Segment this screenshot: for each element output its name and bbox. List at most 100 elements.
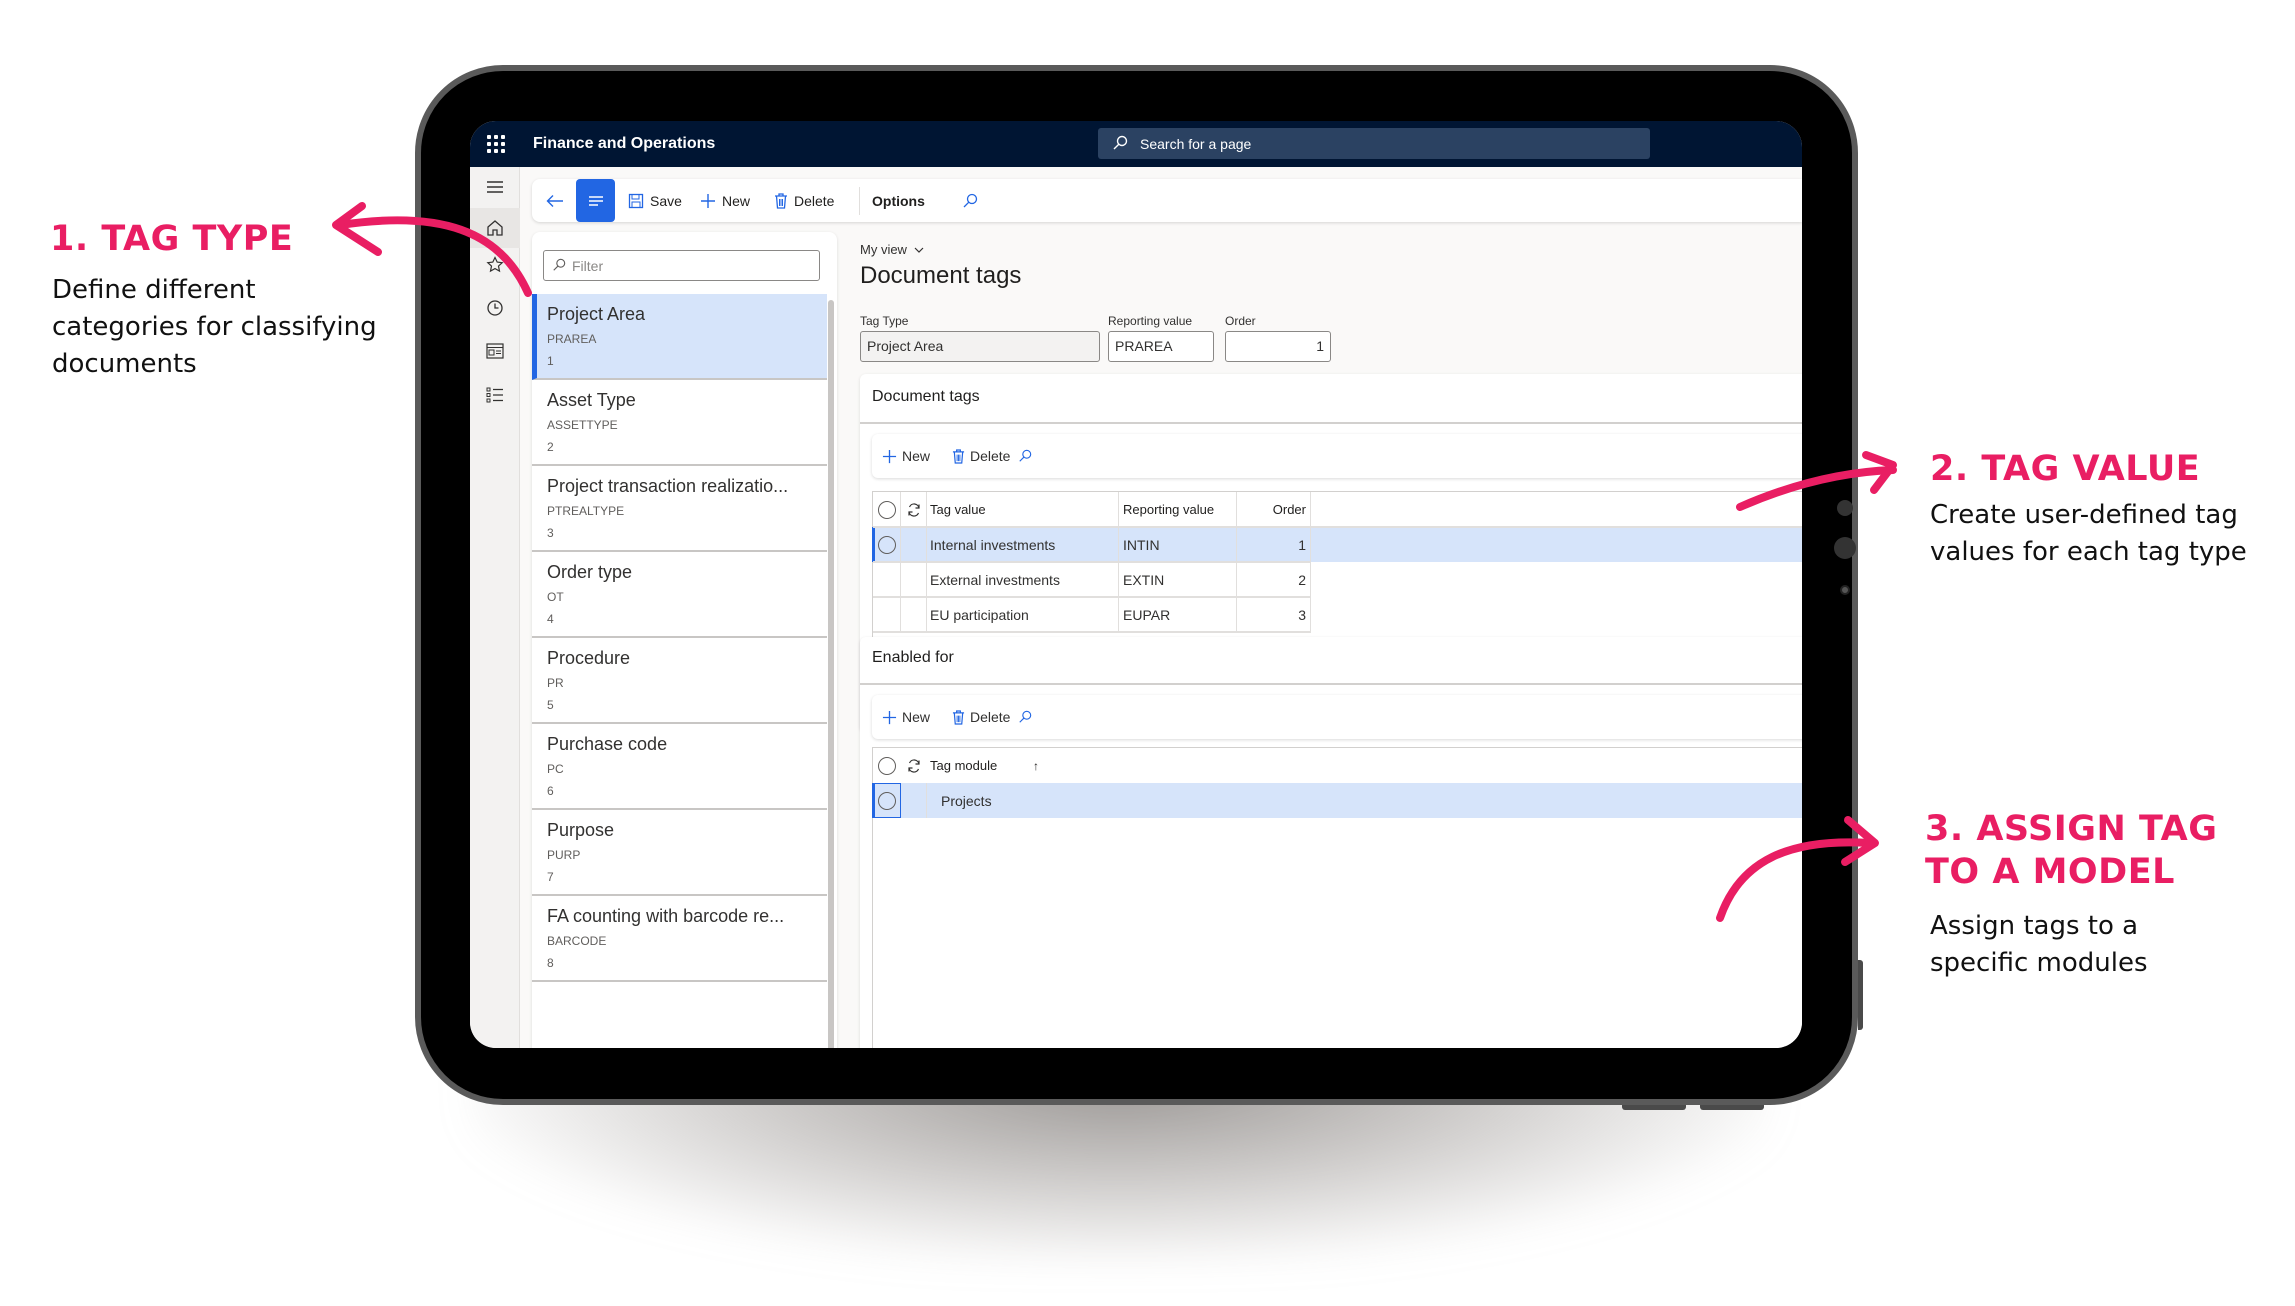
delete-button[interactable]: Delete (774, 179, 834, 222)
reporting-value-label: Reporting value (1108, 314, 1193, 328)
document-tags-toolbar: New Delete (872, 434, 1802, 478)
order-field[interactable]: 1 (1225, 331, 1331, 362)
app-launcher-icon[interactable] (487, 135, 505, 153)
find-button[interactable] (962, 179, 978, 222)
refresh-icon[interactable] (901, 492, 927, 527)
tag-type-code: PURP (547, 848, 581, 862)
tag-module-cell[interactable]: Projects (927, 783, 1127, 818)
annotation-3-line: Assign tags to a (1930, 911, 2139, 941)
row-radio[interactable] (877, 535, 896, 554)
row-spacer-cell (901, 527, 927, 562)
tag-type-list-item[interactable]: Project transaction realizatio... PTREALT… (532, 466, 827, 552)
reporting-value-cell[interactable]: EXTIN (1119, 562, 1237, 597)
reporting-value-field[interactable]: PRAREA (1108, 331, 1214, 362)
column-header-order[interactable]: Order (1237, 492, 1311, 527)
row-select-cell[interactable] (873, 597, 901, 632)
select-all-radio[interactable] (873, 748, 901, 783)
star-icon[interactable] (483, 253, 507, 277)
tag-type-list-item[interactable]: FA counting with barcode re... BARCODE 8 (532, 896, 827, 982)
nav-rail (470, 167, 520, 1048)
order-cell[interactable]: 1 (1237, 527, 1311, 562)
tag-type-list: Project Area PRAREA 1 Asset Type ASSETTYPE 2 P… (532, 294, 827, 982)
tag-type-list-item[interactable]: Procedure PR 5 (532, 638, 827, 724)
enabled-new-button[interactable]: New (882, 695, 930, 739)
clock-icon[interactable] (483, 296, 507, 320)
tag-value-row[interactable]: EU participation EUPAR 3 (873, 597, 1311, 632)
column-header-reporting-value[interactable]: Reporting value (1119, 492, 1237, 527)
annotation-2-description: Create user-defined tag values for each … (1930, 497, 2247, 571)
list-filter-input[interactable]: Filter (543, 250, 820, 281)
tag-value-row[interactable]: External investments EXTIN 2 (873, 562, 1311, 597)
enabled-for-grid: Tag module ↑ Projects (872, 747, 1802, 1048)
delete-label: Delete (970, 709, 1011, 725)
tag-value-cell[interactable]: External investments (927, 562, 1119, 597)
order-cell[interactable]: 3 (1237, 597, 1311, 632)
tag-value-cell[interactable]: Internal investments (927, 527, 1119, 562)
enabled-find-button[interactable] (1018, 695, 1032, 739)
tag-type-name: Asset Type (547, 390, 636, 410)
action-bar: Save New Delete Options (532, 179, 1802, 222)
tag-type-list-item[interactable]: Asset Type ASSETTYPE 2 (532, 380, 827, 466)
tag-module-row[interactable]: Projects (872, 783, 1802, 818)
order-cell[interactable]: 2 (1237, 562, 1311, 597)
list-icon[interactable] (483, 383, 507, 407)
workspace-icon[interactable] (483, 339, 507, 363)
row-select-cell[interactable] (873, 527, 901, 562)
sensor-icon (1840, 585, 1850, 595)
tag-type-code: PC (547, 762, 564, 776)
search-icon (1019, 710, 1032, 723)
grid-header-row: Tag module ↑ (873, 748, 1802, 783)
tag-type-field[interactable]: Project Area (860, 331, 1100, 362)
hamburger-icon[interactable] (483, 175, 507, 199)
save-button[interactable]: Save (628, 179, 682, 222)
view-selector[interactable]: My view (860, 242, 924, 257)
reporting-value-cell[interactable]: EUPAR (1119, 597, 1237, 632)
arrow-1-head-icon (332, 202, 382, 256)
tag-value-row[interactable]: Internal investments INTIN 1 (872, 527, 1802, 562)
annotation-1-description: Define different categories for classify… (52, 272, 377, 383)
annotation-2-line: Create user-defined tag (1930, 500, 2238, 530)
tag-type-list-item[interactable]: Project Area PRAREA 1 (532, 294, 827, 380)
action-bar-divider (859, 187, 860, 215)
tag-type-name: Project Area (547, 304, 646, 324)
row-radio[interactable] (878, 791, 896, 810)
annotation-3-title: 3. ASSIGN TAG TO A MODEL (1925, 808, 2217, 894)
reporting-value-cell[interactable]: INTIN (1119, 527, 1237, 562)
select-all-radio[interactable] (873, 492, 901, 527)
app-screen: Finance and Operations Search for a page (470, 121, 1802, 1048)
row-spacer-cell (901, 783, 927, 818)
plus-icon (882, 710, 897, 724)
tag-type-list-item[interactable]: Purpose PURP 7 (532, 810, 827, 896)
tag-type-name: Order type (547, 562, 633, 582)
tag-value-cell[interactable]: EU participation (927, 597, 1119, 632)
page-search-input[interactable]: Search for a page (1098, 128, 1650, 159)
row-divider (873, 526, 1802, 528)
column-header-tag-value[interactable]: Tag value (927, 492, 1119, 527)
row-select-cell[interactable] (873, 783, 901, 818)
tag-type-code: ASSETTYPE (547, 418, 618, 432)
enabled-delete-button[interactable]: Delete (952, 695, 1010, 739)
show-list-button[interactable] (576, 179, 615, 222)
tag-type-list-item[interactable]: Purchase code PC 6 (532, 724, 827, 810)
options-button[interactable]: Options (872, 179, 925, 222)
plus-icon (701, 193, 715, 208)
home-icon[interactable] (470, 208, 520, 248)
new-button[interactable]: New (700, 179, 750, 222)
tags-delete-button[interactable]: Delete (952, 434, 1010, 478)
list-scrollbar[interactable] (828, 300, 834, 1048)
options-label: Options (872, 192, 925, 209)
refresh-icon[interactable] (901, 748, 927, 783)
tag-type-list-item[interactable]: Order type OT 4 (532, 552, 827, 638)
annotation-1-line: Define different (52, 275, 256, 305)
new-label: New (722, 192, 751, 209)
column-header-tag-module[interactable]: Tag module (927, 748, 1037, 783)
app-title: Finance and Operations (533, 135, 716, 152)
tag-type-order: 4 (547, 612, 554, 626)
back-button[interactable] (546, 179, 564, 222)
tag-type-name: Project transaction realizatio... (547, 476, 789, 496)
tag-type-order: 7 (547, 870, 554, 884)
row-select-cell[interactable] (873, 562, 901, 597)
tag-type-order: 3 (547, 526, 554, 540)
tags-find-button[interactable] (1018, 434, 1032, 478)
tags-new-button[interactable]: New (882, 434, 930, 478)
